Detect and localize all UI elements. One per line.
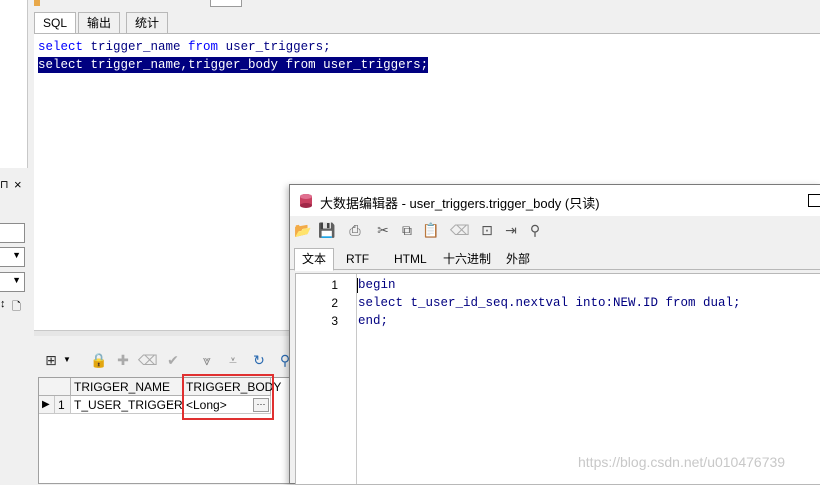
sql-text: user_triggers;: [218, 40, 331, 54]
tab-label: 统计: [135, 16, 160, 30]
sql-keyword: select: [38, 40, 84, 54]
highlight-annotation: [182, 374, 274, 420]
close-icon[interactable]: ×: [14, 177, 22, 192]
clear-icon[interactable]: ⌫: [450, 221, 470, 239]
sort-icon[interactable]: ↕: [0, 298, 6, 310]
new-document-icon[interactable]: 🗋: [12, 298, 21, 317]
left-panel-list[interactable]: [0, 0, 28, 168]
lock-icon[interactable]: 🔒: [90, 350, 108, 370]
watermark: https://blog.csdn.net/u010476739: [578, 454, 786, 470]
tab-rtf[interactable]: RTF: [338, 248, 377, 270]
sql-keyword: from: [188, 40, 219, 54]
chevron-down-icon: ▼: [12, 250, 21, 260]
sql-line-selected: select trigger_name,trigger_body from us…: [38, 57, 429, 73]
post-changes-icon[interactable]: ✔: [164, 350, 182, 370]
paste-icon[interactable]: 📋: [422, 221, 440, 239]
left-panel-dropdown[interactable]: ▼: [0, 247, 25, 267]
maximize-button[interactable]: [808, 194, 820, 207]
cut-icon[interactable]: ✂: [374, 221, 392, 239]
tab-hex[interactable]: 十六进制: [435, 248, 499, 270]
pin-icon[interactable]: ⊓: [0, 178, 9, 191]
code-line: end;: [358, 314, 389, 328]
tab-text[interactable]: 文本: [294, 248, 335, 271]
grid-corner: [39, 378, 71, 396]
database-icon: [300, 194, 312, 208]
tab-html[interactable]: HTML: [386, 248, 435, 270]
column-header-trigger-name[interactable]: TRIGGER_NAME: [71, 378, 183, 396]
sql-keyword: from: [285, 58, 316, 72]
tab-sql[interactable]: SQL: [34, 12, 77, 34]
search-icon[interactable]: ⚲: [526, 221, 544, 239]
row-number: 1: [55, 396, 71, 414]
print-icon[interactable]: ⎙: [346, 221, 364, 239]
tab-label: SQL: [43, 16, 68, 30]
row-indicator[interactable]: ▶: [39, 396, 55, 414]
sql-line: select trigger_name from user_triggers;: [38, 39, 331, 55]
left-panel-dropdown[interactable]: ▼: [0, 272, 25, 292]
window-icon: [34, 0, 40, 6]
line-number: 2: [331, 296, 338, 310]
tab-label: 输出: [87, 16, 112, 30]
chevron-down-icon: ▼: [12, 275, 21, 285]
fetch-last-icon[interactable]: ⩡: [224, 350, 242, 370]
cell-ellipsis-button[interactable]: ···: [165, 398, 179, 410]
left-panel-header: ⊓ ×: [0, 177, 30, 192]
grid-cell-trigger-name[interactable]: T_USER_TRIGGER ···: [71, 396, 183, 414]
format-icon[interactable]: ⊡: [478, 221, 496, 239]
code-line: select t_user_id_seq.nextval into:NEW.ID…: [358, 296, 741, 310]
open-file-icon[interactable]: 📂: [294, 221, 312, 239]
code-line: begin: [358, 278, 396, 292]
delete-record-icon[interactable]: ⌫: [138, 350, 158, 370]
sql-text: trigger_name: [83, 40, 189, 54]
current-row-icon: ▶: [42, 399, 50, 410]
sql-keyword: select: [38, 58, 84, 72]
line-number: 1: [331, 278, 338, 292]
editor-tabs: 文本 RTF HTML 十六进制 外部: [290, 245, 820, 271]
result-toolbar: ⊞ ▼ 🔒 ✚ ⌫ ✔ ⩔ ⩡ ↻ ⚲: [38, 350, 294, 372]
sql-text: trigger_name,trigger_body: [83, 58, 286, 72]
chevron-down-icon[interactable]: ▼: [58, 350, 76, 370]
large-data-editor-window: 大数据编辑器 - user_triggers.trigger_body (只读)…: [289, 184, 820, 485]
tab-output[interactable]: 输出: [78, 12, 121, 33]
add-record-icon[interactable]: ✚: [114, 350, 132, 370]
window-titlebar[interactable]: 大数据编辑器 - user_triggers.trigger_body (只读): [290, 185, 820, 216]
save-icon[interactable]: 💾: [318, 221, 336, 239]
indent-icon[interactable]: ⇥: [502, 221, 520, 239]
fetch-next-icon[interactable]: ⩔: [198, 350, 216, 370]
tab-statistics[interactable]: 统计: [126, 12, 169, 33]
editor-toolbar: 📂 💾 ⎙ ✂ ⧉ 📋 ⌫ ⊡ ⇥ ⚲: [290, 217, 820, 243]
window-title: 大数据编辑器 - user_triggers.trigger_body (只读): [320, 196, 600, 211]
left-panel-tools: ↕ 🗋: [0, 298, 30, 314]
left-panel-field[interactable]: [0, 223, 25, 243]
sql-text: user_triggers;: [315, 58, 429, 72]
refresh-icon[interactable]: ↻: [250, 350, 268, 370]
window-frame: [210, 0, 242, 7]
tab-external[interactable]: 外部: [498, 248, 538, 270]
copy-icon[interactable]: ⧉: [398, 221, 416, 239]
line-number: 3: [331, 314, 338, 328]
line-number-gutter: 1 2 3: [296, 274, 357, 484]
